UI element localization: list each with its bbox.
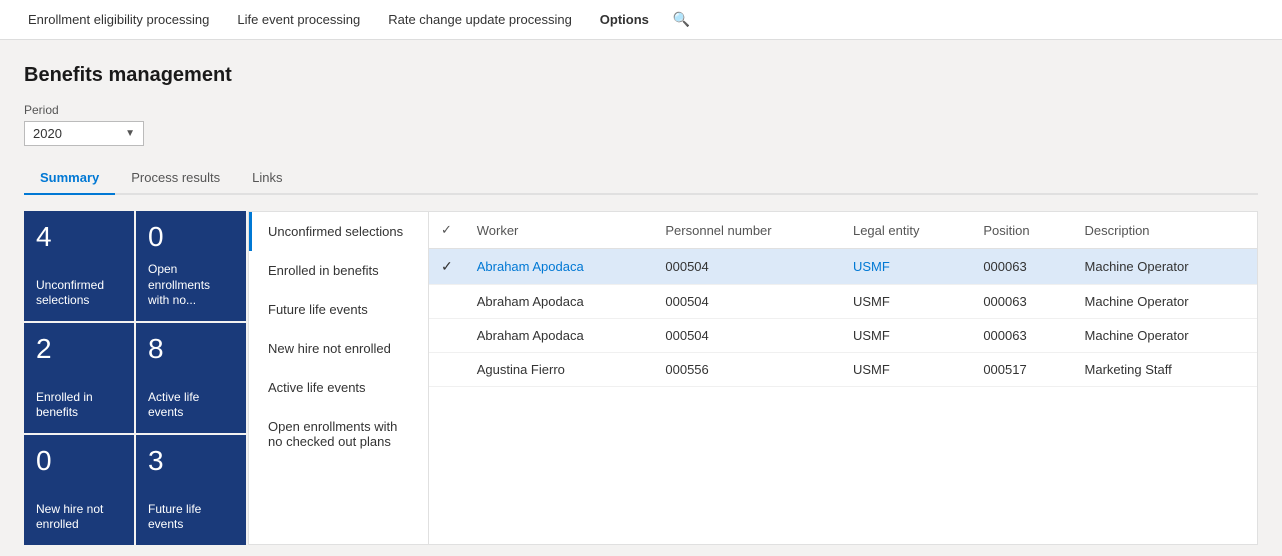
side-list-item-open-enrollments[interactable]: Open enrollments with no checked out pla… xyxy=(249,407,428,461)
card-number-enrolled: 2 xyxy=(36,335,122,363)
cell-position: 000063 xyxy=(971,285,1072,319)
cards-row-top: 4 Unconfirmed selections 0 Open enrollme… xyxy=(24,211,246,321)
col-header-worker: Worker xyxy=(465,212,654,249)
card-open-enrollments[interactable]: 0 Open enrollments with no... xyxy=(136,211,246,321)
cell-description: Machine Operator xyxy=(1073,319,1257,353)
col-header-description: Description xyxy=(1073,212,1257,249)
tab-bar: Summary Process results Links xyxy=(24,162,1258,195)
data-table: ✓ Worker Personnel number Legal entity P… xyxy=(429,212,1257,387)
table-row[interactable]: Abraham Apodaca000504USMF000063Machine O… xyxy=(429,319,1257,353)
cards-row-mid: 2 Enrolled in benefits 8 Active life eve… xyxy=(24,323,246,433)
card-number-active: 8 xyxy=(148,335,234,363)
card-label-open: Open enrollments with no... xyxy=(148,262,234,309)
top-navigation: Enrollment eligibility processing Life e… xyxy=(0,0,1282,40)
search-icon[interactable]: 🔍 xyxy=(673,11,690,28)
table-row[interactable]: ✓Abraham Apodaca000504USMF000063Machine … xyxy=(429,249,1257,285)
period-value: 2020 xyxy=(33,126,62,141)
cell-description: Machine Operator xyxy=(1073,249,1257,285)
card-number-open: 0 xyxy=(148,223,234,251)
cell-description: Machine Operator xyxy=(1073,285,1257,319)
card-label-new-hire: New hire not enrolled xyxy=(36,502,122,533)
cell-position: 000063 xyxy=(971,319,1072,353)
cell-worker: Abraham Apodaca xyxy=(465,285,654,319)
cell-check xyxy=(429,353,465,387)
page-title: Benefits management xyxy=(24,64,1258,87)
card-label-enrolled: Enrolled in benefits xyxy=(36,390,122,421)
col-header-legal-entity: Legal entity xyxy=(841,212,971,249)
tab-process-results[interactable]: Process results xyxy=(115,162,236,195)
main-content: Benefits management Period 2020 ▼ Summar… xyxy=(0,40,1282,556)
side-list-item-active-life-events[interactable]: Active life events xyxy=(249,368,428,407)
cell-personnel-number: 000504 xyxy=(653,319,841,353)
card-number-future: 3 xyxy=(148,447,234,475)
card-label-future: Future life events xyxy=(148,502,234,533)
tab-summary[interactable]: Summary xyxy=(24,162,115,195)
cell-worker[interactable]: Abraham Apodaca xyxy=(465,249,654,285)
side-list: Unconfirmed selections Enrolled in benef… xyxy=(249,212,429,544)
side-list-item-future-life-events[interactable]: Future life events xyxy=(249,290,428,329)
cell-check xyxy=(429,319,465,353)
cell-worker: Agustina Fierro xyxy=(465,353,654,387)
cards-row-bot: 0 New hire not enrolled 3 Future life ev… xyxy=(24,435,246,545)
card-unconfirmed-selections[interactable]: 4 Unconfirmed selections xyxy=(24,211,134,321)
nav-item-rate-change[interactable]: Rate change update processing xyxy=(376,0,584,40)
cell-legal-entity: USMF xyxy=(841,353,971,387)
side-list-item-unconfirmed-selections[interactable]: Unconfirmed selections xyxy=(249,212,428,251)
table-area: ✓ Worker Personnel number Legal entity P… xyxy=(429,212,1257,544)
cell-legal-entity: USMF xyxy=(841,285,971,319)
card-label-active: Active life events xyxy=(148,390,234,421)
cell-personnel-number: 000504 xyxy=(653,285,841,319)
cell-position: 000517 xyxy=(971,353,1072,387)
cell-check xyxy=(429,285,465,319)
side-list-item-enrolled-in-benefits[interactable]: Enrolled in benefits xyxy=(249,251,428,290)
cell-legal-entity[interactable]: USMF xyxy=(841,249,971,285)
card-new-hire[interactable]: 0 New hire not enrolled xyxy=(24,435,134,545)
card-active-life-events[interactable]: 8 Active life events xyxy=(136,323,246,433)
cards-column: 4 Unconfirmed selections 0 Open enrollme… xyxy=(24,211,246,545)
card-enrolled-in-benefits[interactable]: 2 Enrolled in benefits xyxy=(24,323,134,433)
nav-item-enrollment-eligibility[interactable]: Enrollment eligibility processing xyxy=(16,0,221,40)
right-panel: Unconfirmed selections Enrolled in benef… xyxy=(248,211,1258,545)
period-label: Period xyxy=(24,103,1258,117)
summary-area: 4 Unconfirmed selections 0 Open enrollme… xyxy=(24,211,1258,545)
cell-personnel-number: 000556 xyxy=(653,353,841,387)
nav-item-options[interactable]: Options xyxy=(588,0,661,40)
chevron-down-icon: ▼ xyxy=(125,128,135,139)
cell-legal-entity: USMF xyxy=(841,319,971,353)
cell-position: 000063 xyxy=(971,249,1072,285)
table-row[interactable]: Abraham Apodaca000504USMF000063Machine O… xyxy=(429,285,1257,319)
cell-check: ✓ xyxy=(429,249,465,285)
cell-description: Marketing Staff xyxy=(1073,353,1257,387)
card-label-unconfirmed: Unconfirmed selections xyxy=(36,278,122,309)
cell-personnel-number: 000504 xyxy=(653,249,841,285)
card-number-new-hire: 0 xyxy=(36,447,122,475)
col-header-check: ✓ xyxy=(429,212,465,249)
period-select[interactable]: 2020 ▼ xyxy=(24,121,144,146)
side-list-item-new-hire[interactable]: New hire not enrolled xyxy=(249,329,428,368)
card-future-life-events[interactable]: 3 Future life events xyxy=(136,435,246,545)
cell-worker: Abraham Apodaca xyxy=(465,319,654,353)
table-header-row: ✓ Worker Personnel number Legal entity P… xyxy=(429,212,1257,249)
card-number-unconfirmed: 4 xyxy=(36,223,122,251)
tab-links[interactable]: Links xyxy=(236,162,298,195)
col-header-position: Position xyxy=(971,212,1072,249)
col-header-personnel-number: Personnel number xyxy=(653,212,841,249)
table-row[interactable]: Agustina Fierro000556USMF000517Marketing… xyxy=(429,353,1257,387)
nav-item-life-event[interactable]: Life event processing xyxy=(225,0,372,40)
